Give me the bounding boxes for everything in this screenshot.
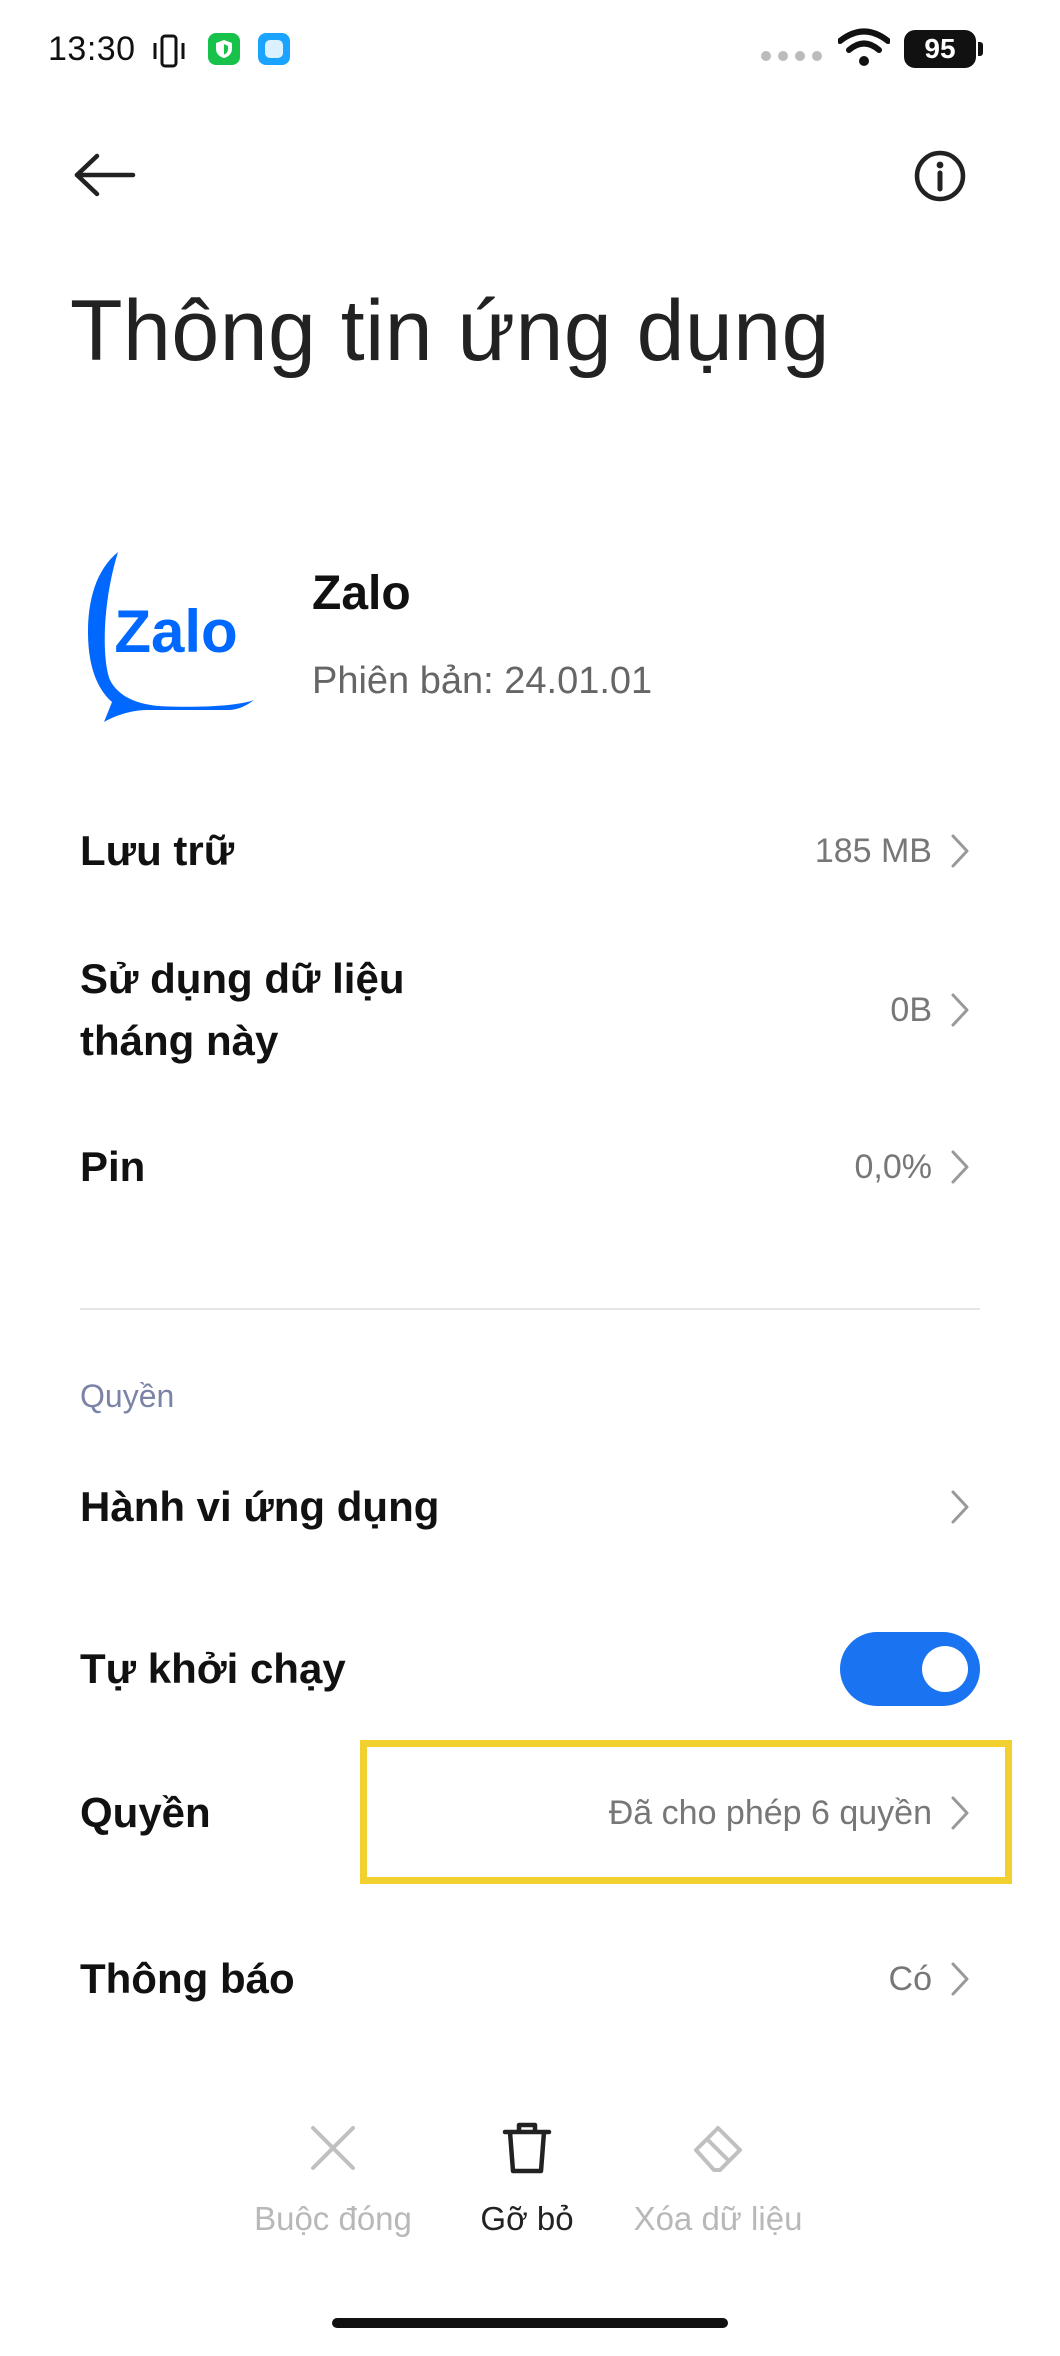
- logo-text: Zalo: [114, 598, 237, 665]
- permissions-section-header: Quyền: [80, 1378, 175, 1414]
- autostart-label: Tự khởi chạy: [80, 1645, 346, 1692]
- app-notification-icon: [258, 33, 290, 65]
- force-stop-button[interactable]: Buộc đóng: [223, 2120, 443, 2238]
- battery-tip: [978, 42, 983, 56]
- uninstall-button[interactable]: Gỡ bỏ: [417, 2120, 637, 2238]
- data-usage-label-line1: Sử dụng dữ liệu: [80, 955, 405, 1002]
- arrow-left-icon: [74, 153, 136, 197]
- status-time: 13:30: [48, 30, 136, 68]
- storage-row[interactable]: Lưu trữ 185 MB: [80, 820, 980, 882]
- battery-row[interactable]: Pin 0,0%: [80, 1136, 980, 1198]
- status-bar: 13:30 95: [0, 0, 1060, 100]
- app-behavior-label: Hành vi ứng dụng: [80, 1483, 440, 1530]
- clear-data-button[interactable]: Xóa dữ liệu: [608, 2120, 828, 2238]
- home-indicator[interactable]: [332, 2318, 728, 2328]
- toggle-knob: [922, 1646, 968, 1692]
- autostart-toggle[interactable]: [840, 1632, 980, 1706]
- chevron-right-icon: [940, 1948, 980, 2010]
- notifications-row[interactable]: Thông báo Có: [80, 1948, 980, 2010]
- eraser-icon: [694, 2126, 742, 2172]
- uninstall-label: Gỡ bỏ: [480, 2200, 574, 2237]
- chevron-right-icon: [940, 1136, 980, 1198]
- data-usage-label-line2: tháng này: [80, 1017, 279, 1064]
- app-version: Phiên bản: 24.01.01: [312, 660, 653, 702]
- vibrate-icon: [153, 34, 185, 68]
- notifications-label: Thông báo: [80, 1955, 295, 2002]
- battery-indicator: 95: [904, 30, 976, 68]
- storage-label: Lưu trữ: [80, 827, 235, 874]
- highlight-box: [360, 1740, 1012, 1884]
- chevron-right-icon: [940, 1476, 980, 1538]
- notifications-value: Có: [888, 1960, 932, 1998]
- permissions-label: Quyền: [80, 1789, 211, 1836]
- trash-icon: [502, 2122, 552, 2174]
- section-divider: [80, 1308, 980, 1310]
- force-stop-label: Buộc đóng: [254, 2200, 412, 2237]
- info-icon: [914, 150, 966, 202]
- battery-value: 0,0%: [854, 1148, 933, 1186]
- clear-data-label: Xóa dữ liệu: [633, 2200, 803, 2237]
- signal-icon: [761, 51, 822, 61]
- page-title: Thông tin ứng dụng: [70, 283, 830, 379]
- security-app-icon: [208, 33, 240, 65]
- battery-label: Pin: [80, 1143, 146, 1190]
- chevron-right-icon: [940, 979, 980, 1041]
- chevron-right-icon: [940, 820, 980, 882]
- back-button[interactable]: [70, 145, 140, 205]
- app-info-button[interactable]: [912, 148, 968, 204]
- data-usage-row[interactable]: Sử dụng dữ liệu tháng này 0B: [80, 948, 980, 1072]
- storage-value: 185 MB: [814, 832, 932, 870]
- wifi-icon: [838, 28, 890, 66]
- app-behavior-row[interactable]: Hành vi ứng dụng: [80, 1476, 980, 1538]
- data-usage-value: 0B: [890, 991, 932, 1029]
- app-name: Zalo: [312, 567, 411, 620]
- zalo-app-logo: Zalo: [88, 552, 254, 722]
- autostart-row: Tự khởi chạy: [80, 1630, 980, 1708]
- close-icon: [311, 2126, 355, 2170]
